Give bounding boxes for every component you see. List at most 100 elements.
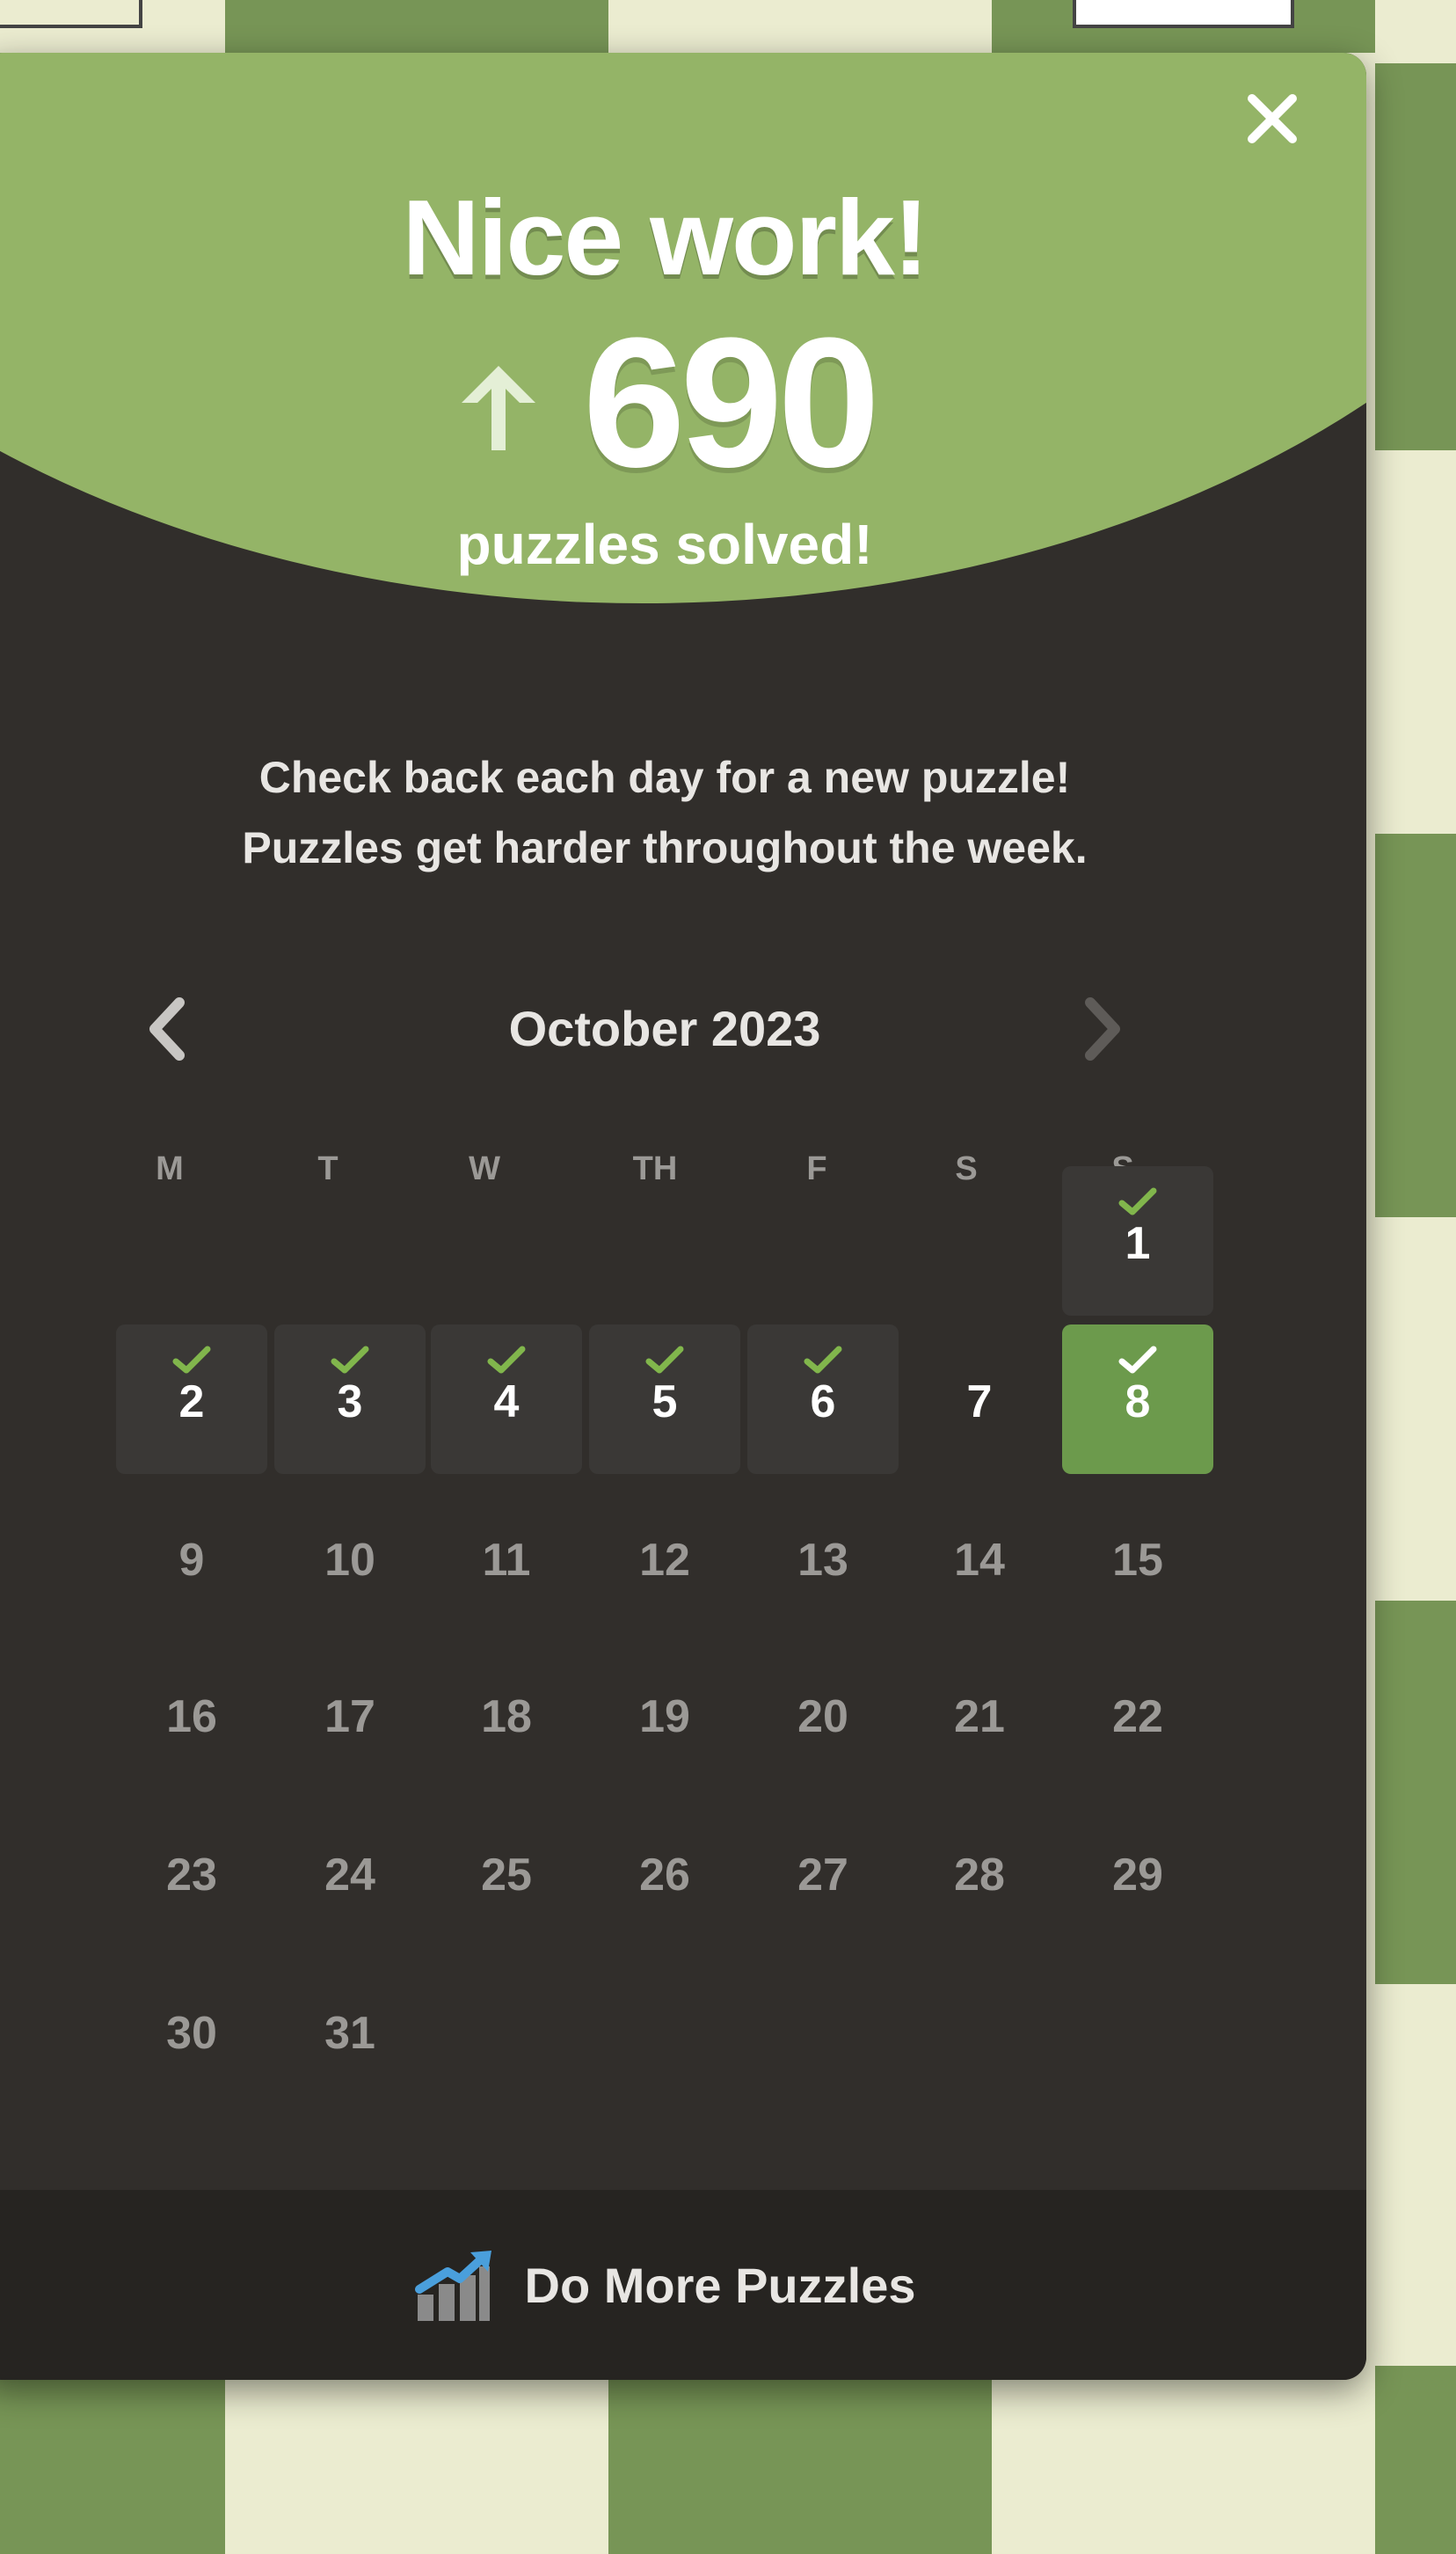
weekday-label: TH (632, 1150, 678, 1187)
day-number: 7 (966, 1376, 993, 1427)
day-number: 29 (1112, 1850, 1163, 1901)
board-square (225, 2380, 608, 2554)
modal-title: Nice work! (402, 178, 929, 297)
board-square (608, 2380, 992, 2554)
do-more-puzzles-button[interactable]: Do More Puzzles (0, 2190, 1366, 2380)
day-number: 1 (1125, 1218, 1151, 1269)
description-line: Check back each day for a new puzzle! (258, 753, 1071, 802)
checkmark-icon (1118, 1346, 1157, 1374)
day-number: 31 (324, 2008, 375, 2059)
day-number: 17 (324, 1691, 375, 1742)
calendar-day-solved[interactable]: 1 (1062, 1166, 1213, 1316)
calendar-day-today[interactable]: 8 (1062, 1324, 1213, 1474)
calendar-day-solved[interactable]: 5 (589, 1324, 740, 1474)
calendar-day-future: 25 (431, 1798, 582, 1947)
day-number: 21 (954, 1691, 1005, 1742)
calendar-day-future: 20 (747, 1639, 899, 1789)
day-number: 16 (166, 1691, 217, 1742)
weekday-label: M (156, 1150, 184, 1187)
day-number: 25 (481, 1850, 532, 1901)
day-number: 6 (810, 1376, 836, 1427)
chess-piece-outline (0, 0, 1294, 28)
puzzle-complete-modal: Nice work! 690 puzzles solved! Check bac… (0, 53, 1366, 2380)
arrow-up-icon (461, 366, 535, 450)
calendar-day-future: 17 (274, 1639, 426, 1789)
calendar-day-future: 16 (116, 1639, 267, 1789)
day-number: 2 (178, 1376, 205, 1427)
calendar-day-future: 30 (116, 1956, 267, 2105)
calendar-day-future: 18 (431, 1639, 582, 1789)
board-square (992, 2380, 1375, 2554)
chevron-right-icon (1085, 997, 1120, 1061)
calendar-day-future: 31 (274, 1956, 426, 2105)
calendar-day-future: 21 (904, 1639, 1055, 1789)
solved-count-row: 690 (0, 299, 1350, 506)
checkmark-icon (172, 1346, 211, 1374)
day-number: 3 (337, 1376, 363, 1427)
day-number: 22 (1112, 1691, 1163, 1742)
checkmark-icon (804, 1346, 842, 1374)
day-number: 5 (652, 1376, 678, 1427)
calendar-day-future: 11 (431, 1483, 582, 1632)
day-number: 4 (493, 1376, 520, 1427)
day-number: 8 (1125, 1376, 1151, 1427)
calendar-day-future: 26 (589, 1798, 740, 1947)
calendar-day-solved[interactable]: 4 (431, 1324, 582, 1474)
solved-label: puzzles solved! (456, 513, 873, 576)
day-number: 18 (481, 1691, 532, 1742)
board-square (0, 2380, 225, 2554)
solved-count: 690 (582, 299, 880, 506)
day-number: 30 (166, 2008, 217, 2059)
day-number: 27 (797, 1850, 848, 1901)
checkmark-icon (487, 1346, 526, 1374)
calendar-day-future: 13 (747, 1483, 899, 1632)
day-number: 9 (178, 1535, 205, 1586)
weekday-label: T (317, 1150, 339, 1187)
calendar-day-future: 22 (1062, 1639, 1213, 1789)
day-number: 24 (324, 1850, 375, 1901)
calendar-day-future: 19 (589, 1639, 740, 1789)
day-number: 26 (639, 1850, 690, 1901)
calendar-day-future: 23 (116, 1798, 267, 1947)
day-number: 15 (1112, 1535, 1163, 1586)
checkmark-icon (331, 1346, 369, 1374)
close-icon[interactable] (1241, 88, 1303, 150)
day-number: 19 (639, 1691, 690, 1742)
calendar-day[interactable]: 7 (904, 1324, 1055, 1474)
board-square (1375, 1601, 1456, 1984)
weekday-label: F (806, 1150, 827, 1187)
day-number: 20 (797, 1691, 848, 1742)
day-number: 23 (166, 1850, 217, 1901)
weekday-label: W (469, 1150, 500, 1187)
calendar-day-future: 12 (589, 1483, 740, 1632)
calendar-day-solved[interactable]: 6 (747, 1324, 899, 1474)
day-number: 10 (324, 1535, 375, 1586)
board-square (1375, 2366, 1456, 2554)
calendar-day-future: 15 (1062, 1483, 1213, 1632)
day-number: 28 (954, 1850, 1005, 1901)
checkmark-icon (1118, 1187, 1157, 1215)
description-line: Puzzles get harder throughout the week. (242, 823, 1088, 872)
calendar-day-future: 14 (904, 1483, 1055, 1632)
description: Check back each day for a new puzzle! Pu… (0, 742, 1350, 883)
calendar-day-future: 9 (116, 1483, 267, 1632)
calendar-day-solved[interactable]: 2 (116, 1324, 267, 1474)
checkmark-icon (645, 1346, 684, 1374)
day-number: 11 (482, 1535, 531, 1586)
day-number: 13 (797, 1535, 848, 1586)
month-navigation: October 2023 (0, 994, 1350, 1064)
day-number: 12 (639, 1535, 690, 1586)
calendar-day-future: 28 (904, 1798, 1055, 1947)
calendar-day-future: 10 (274, 1483, 426, 1632)
footer-content: Do More Puzzles (0, 2190, 1350, 2380)
day-number: 14 (954, 1535, 1005, 1586)
calendar-day-solved[interactable]: 3 (274, 1324, 426, 1474)
trend-chart-icon (414, 2251, 491, 2321)
month-label: October 2023 (508, 1001, 821, 1056)
calendar-day-future: 24 (274, 1798, 426, 1947)
calendar-day-future: 29 (1062, 1798, 1213, 1947)
weekday-label: S (955, 1150, 978, 1187)
calendar-day-future: 27 (747, 1798, 899, 1947)
footer-label: Do More Puzzles (524, 2257, 916, 2313)
board-square (1375, 63, 1456, 450)
